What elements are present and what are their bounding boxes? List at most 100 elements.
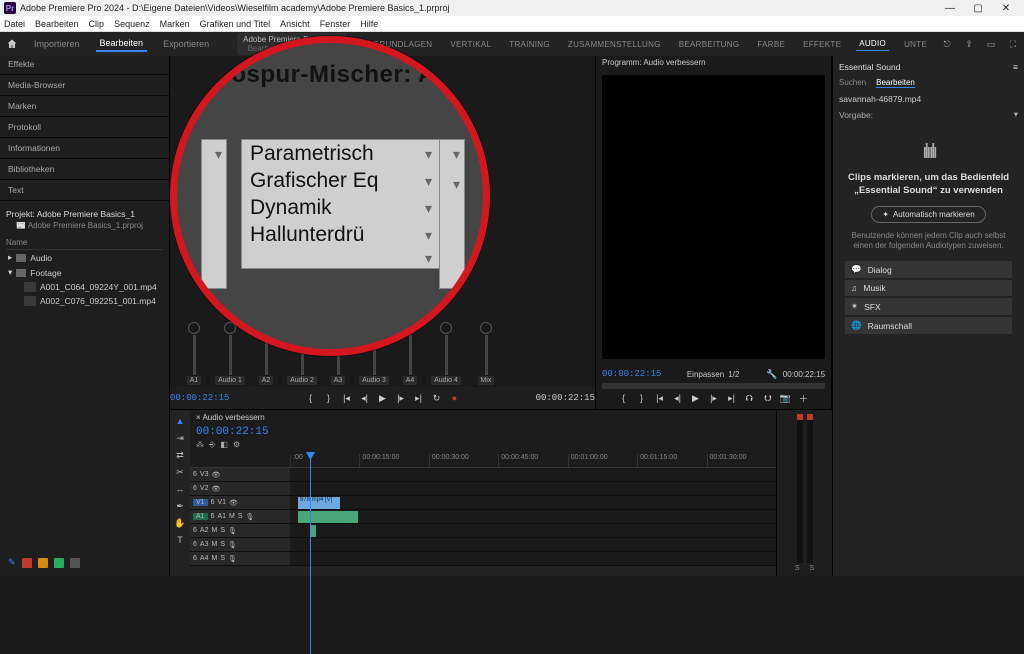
- project-file[interactable]: 📰 Adobe Premiere Basics_1.prproj: [6, 221, 163, 230]
- preset-dropdown-icon[interactable]: ▾: [1014, 109, 1018, 120]
- go-in-icon[interactable]: |◂: [653, 391, 667, 405]
- menu-marken[interactable]: Marken: [160, 19, 190, 29]
- link-icon[interactable]: ⎆: [209, 440, 215, 450]
- extract-icon[interactable]: ⮋: [761, 391, 775, 405]
- panel-text[interactable]: Text: [0, 182, 169, 198]
- razor-tool-icon[interactable]: ✂: [173, 465, 187, 479]
- label-red[interactable]: [22, 558, 32, 568]
- ripple-tool-icon[interactable]: ⇄: [173, 448, 187, 462]
- video-clip[interactable]: 878.mp4 [V]: [298, 497, 340, 509]
- source-tc-in[interactable]: 00:00:22:15: [170, 393, 229, 403]
- video-track[interactable]: 6V3👁: [190, 468, 776, 482]
- close-button[interactable]: ✕: [992, 3, 1020, 14]
- wrench-icon[interactable]: 🔧: [765, 367, 779, 381]
- program-tc-in[interactable]: 00:00:22:15: [602, 369, 661, 379]
- panel-informationen[interactable]: Informationen: [0, 140, 169, 156]
- video-track-v1[interactable]: V16V1👁 878.mp4 [V]: [190, 496, 776, 510]
- folder-footage[interactable]: ▾Footage: [6, 265, 163, 280]
- menu-sequenz[interactable]: Sequenz: [114, 19, 150, 29]
- play-icon[interactable]: ▶: [689, 391, 703, 405]
- playhead[interactable]: [310, 454, 311, 654]
- menu-grafiken[interactable]: Grafiken und Titel: [200, 19, 271, 29]
- panel-bibliotheken[interactable]: Bibliotheken: [0, 161, 169, 177]
- ws-effekte[interactable]: EFFEKTE: [800, 38, 844, 51]
- video-track[interactable]: 6V2👁: [190, 482, 776, 496]
- selection-tool-icon[interactable]: ▲: [173, 414, 187, 428]
- timeline-scrollbar[interactable]: [190, 566, 776, 576]
- scale-dropdown[interactable]: 1/2: [728, 370, 739, 379]
- fader[interactable]: [485, 335, 488, 375]
- mark-out-icon[interactable]: }: [635, 391, 649, 405]
- audio-clip[interactable]: [298, 511, 358, 523]
- fullscreen-icon[interactable]: ⛶: [1008, 37, 1018, 51]
- ws-bearbeitung[interactable]: BEARBEITUNG: [676, 38, 743, 51]
- chevron-down-icon[interactable]: ▾: [425, 146, 432, 163]
- ws-training[interactable]: TRAINING: [506, 38, 553, 51]
- audio-track-a3[interactable]: 6A3MS🎙: [190, 538, 776, 552]
- audio-track-a2[interactable]: 6A2MS🎙: [190, 524, 776, 538]
- menu-clip[interactable]: Clip: [89, 19, 105, 29]
- hand-tool-icon[interactable]: ✋: [173, 516, 187, 530]
- ws-zusammen[interactable]: ZUSAMMENSTELLUNG: [565, 38, 664, 51]
- ws-farbe[interactable]: FARBE: [754, 38, 788, 51]
- pen-icon[interactable]: ✎: [8, 557, 16, 568]
- tab-import[interactable]: Importieren: [30, 37, 84, 51]
- cat-music[interactable]: ♫Musik: [845, 280, 1012, 296]
- step-back-icon[interactable]: ◂|: [671, 391, 685, 405]
- chevron-down-icon[interactable]: ▾: [425, 250, 432, 267]
- share-icon[interactable]: ⇪: [964, 37, 974, 51]
- effect-slot[interactable]: Dynamik▾: [242, 194, 440, 221]
- sequence-name[interactable]: × Audio verbessern: [196, 413, 265, 422]
- mark-out-icon[interactable]: }: [322, 391, 336, 405]
- col-name[interactable]: Name: [6, 238, 27, 247]
- clip-item[interactable]: A001_C064_09224Y_001.mp4: [6, 280, 163, 294]
- panel-media-browser[interactable]: Media-Browser: [0, 77, 169, 93]
- fit-dropdown[interactable]: Einpassen: [687, 370, 724, 379]
- effect-slot[interactable]: Grafischer Eq▾: [242, 167, 440, 194]
- ws-untertitel[interactable]: UNTE: [901, 38, 930, 51]
- menu-ansicht[interactable]: Ansicht: [280, 19, 310, 29]
- auto-tag-button[interactable]: ✦Automatisch markieren: [871, 206, 986, 223]
- record-icon[interactable]: ●: [448, 391, 462, 405]
- program-scrubber[interactable]: [602, 383, 825, 389]
- label-orange[interactable]: [38, 558, 48, 568]
- cat-sfx[interactable]: ✴SFX: [845, 298, 1012, 315]
- mark-in-icon[interactable]: {: [304, 391, 318, 405]
- quick-export-icon[interactable]: ⎋: [942, 37, 952, 51]
- home-icon[interactable]: [6, 37, 18, 51]
- effect-slot[interactable]: Hallunterdrü▾: [242, 221, 440, 248]
- audio-track-a1[interactable]: A16A1MS🎙: [190, 510, 776, 524]
- effect-slot-empty[interactable]: ▾: [242, 248, 440, 268]
- timeline-tc[interactable]: 00:00:22:15: [196, 426, 269, 438]
- label-grey[interactable]: [70, 558, 80, 568]
- snap-icon[interactable]: ⁂: [196, 440, 204, 450]
- panel-menu-icon[interactable]: ≡: [1013, 62, 1018, 72]
- ws-audio[interactable]: AUDIO: [856, 37, 889, 51]
- meter-solo-l[interactable]: S: [795, 565, 800, 572]
- program-monitor[interactable]: [602, 75, 825, 359]
- loop-icon[interactable]: ↻: [430, 391, 444, 405]
- panel-protokoll[interactable]: Protokoll: [0, 119, 169, 135]
- minimize-button[interactable]: —: [936, 3, 964, 14]
- tab-edit[interactable]: Bearbeiten: [96, 36, 148, 52]
- go-in-icon[interactable]: |◂: [340, 391, 354, 405]
- menu-bearbeiten[interactable]: Bearbeiten: [35, 19, 79, 29]
- label-green[interactable]: [54, 558, 64, 568]
- step-back-icon[interactable]: ◂|: [358, 391, 372, 405]
- chevron-down-icon[interactable]: ▾: [425, 227, 432, 244]
- folder-audio[interactable]: ▸Audio: [6, 250, 163, 265]
- step-fwd-icon[interactable]: |▸: [707, 391, 721, 405]
- pen-tool-icon[interactable]: ✒: [173, 499, 187, 513]
- effect-slot[interactable]: Parametrisch▾: [242, 140, 440, 167]
- type-tool-icon[interactable]: T: [173, 533, 187, 547]
- track-select-tool-icon[interactable]: ⇥: [173, 431, 187, 445]
- marker-icon[interactable]: ◧: [220, 440, 228, 450]
- meter-solo-r[interactable]: S: [810, 565, 815, 572]
- panel-effekte[interactable]: Effekte: [0, 56, 169, 72]
- workspace-menu-icon[interactable]: ▭: [986, 37, 996, 51]
- go-out-icon[interactable]: ▸|: [412, 391, 426, 405]
- go-out-icon[interactable]: ▸|: [725, 391, 739, 405]
- menu-hilfe[interactable]: Hilfe: [360, 19, 378, 29]
- maximize-button[interactable]: ▢: [964, 3, 992, 14]
- lift-icon[interactable]: ⮉: [743, 391, 757, 405]
